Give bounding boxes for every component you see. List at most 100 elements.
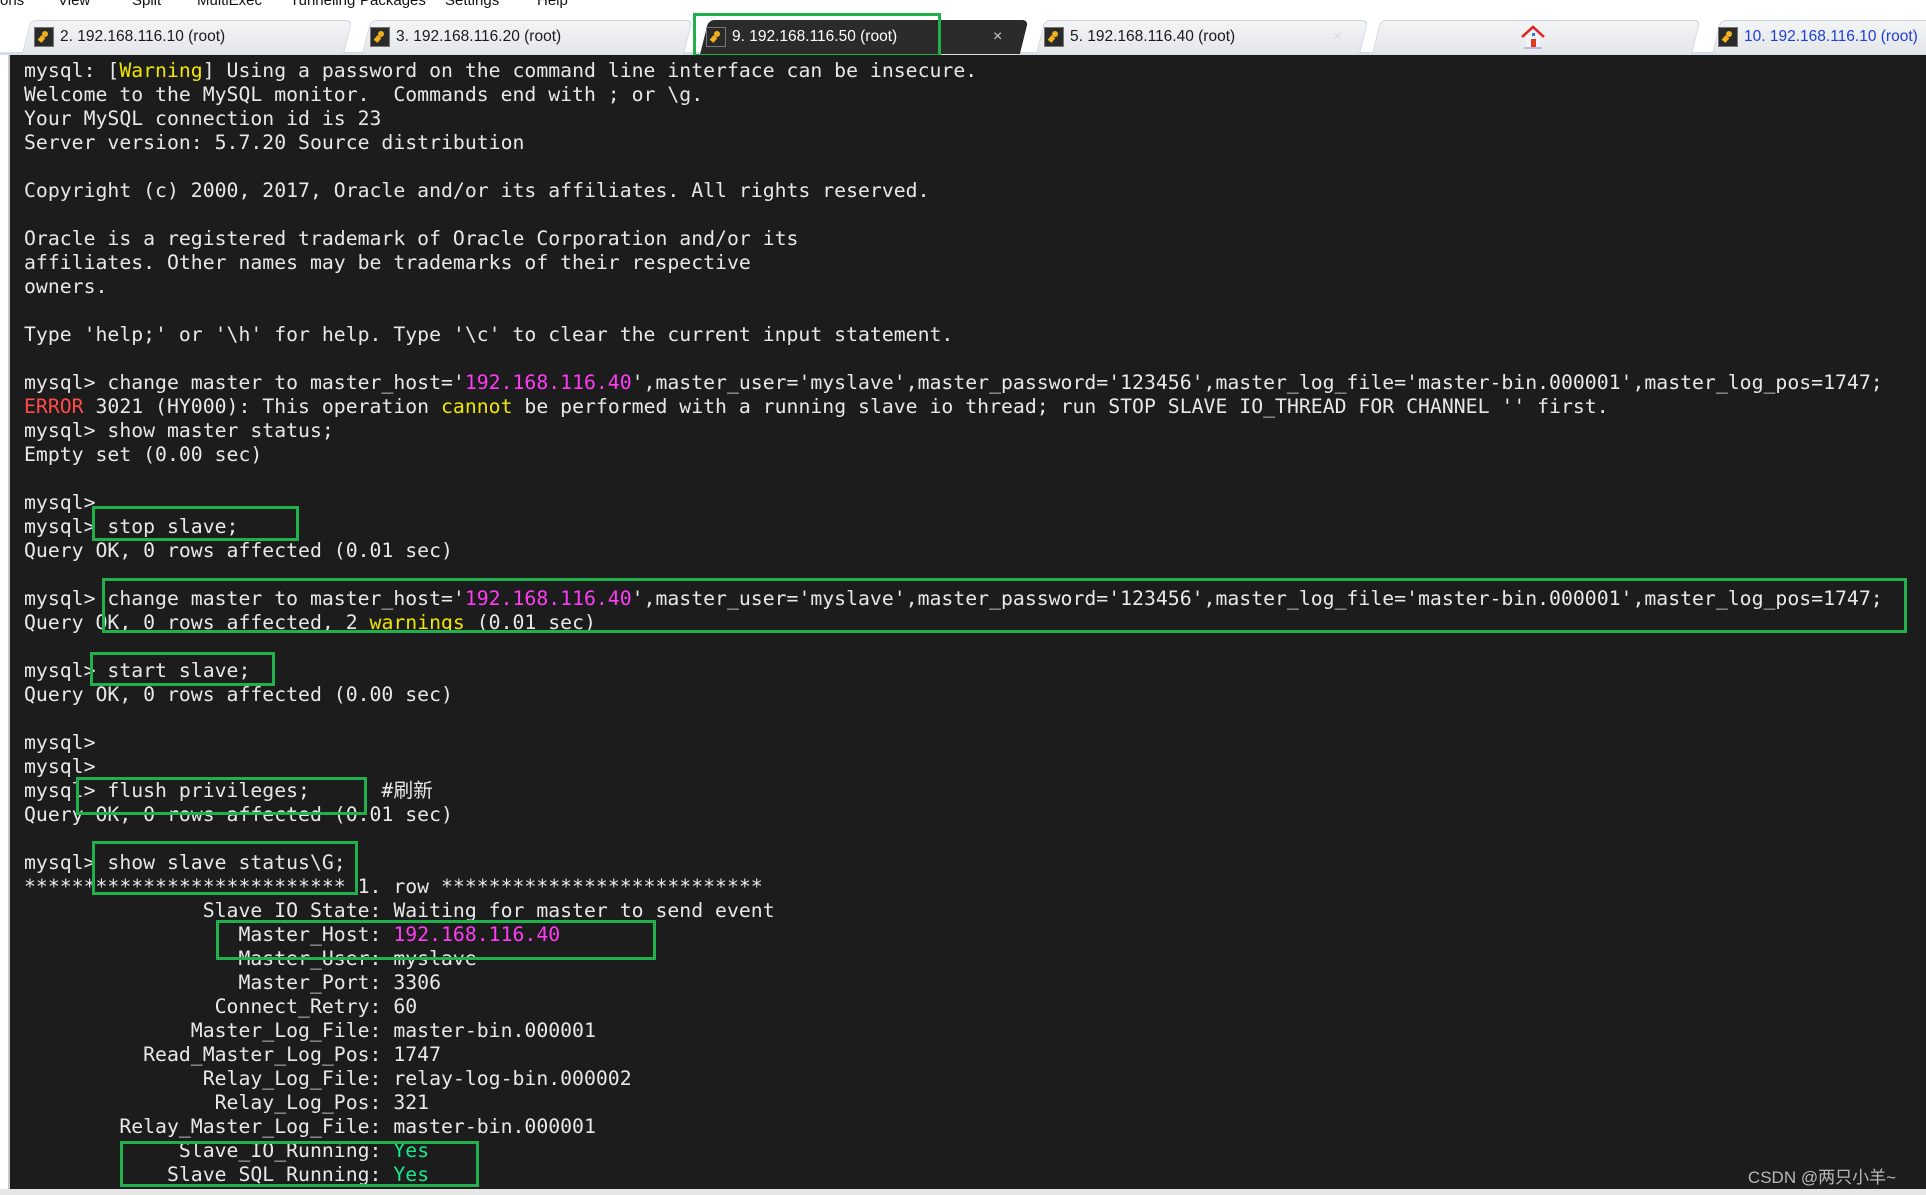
terminal-line: Copyright (c) 2000, 2017, Oracle and/or … bbox=[24, 179, 1883, 203]
terminal-text: Read_Master_Log_Pos: 1747 bbox=[24, 1043, 442, 1066]
terminal-line: Relay_Log_File: relay-log-bin.000002 bbox=[24, 1067, 1883, 1091]
highlight-box-stop-slave bbox=[92, 506, 299, 541]
terminal-text: Relay_Master_Log_File: master-bin.000001 bbox=[24, 1115, 596, 1138]
terminal-text: Master_Log_File: master-bin.000001 bbox=[24, 1019, 596, 1042]
terminal-text: Welcome to the MySQL monitor. Commands e… bbox=[24, 83, 704, 106]
terminal-text: Relay_Log_File: relay-log-bin.000002 bbox=[24, 1067, 632, 1090]
tab-label: 3. 192.168.116.20 (root) bbox=[396, 27, 562, 45]
tab-close-button[interactable]: × bbox=[993, 20, 1002, 53]
terminal-line: Connect_Retry: 60 bbox=[24, 995, 1883, 1019]
menu-item-settings[interactable]: Settings bbox=[445, 0, 499, 9]
terminal-line: Master_Port: 3306 bbox=[24, 971, 1883, 995]
terminal-text: Connect_Retry: 60 bbox=[24, 995, 418, 1018]
terminal-text: Your MySQL connection id is 23 bbox=[24, 107, 382, 130]
tab-close-button[interactable]: × bbox=[1333, 20, 1342, 53]
terminal-line: Your MySQL connection id is 23 bbox=[24, 107, 1883, 131]
terminal-text: mysql: [ bbox=[24, 59, 120, 82]
highlight-box-active-tab bbox=[693, 13, 941, 57]
menu-bar: ons View Split MultiExec Tunneling Packa… bbox=[0, 0, 1926, 14]
terminal-line: owners. bbox=[24, 275, 1883, 299]
terminal-line: Server version: 5.7.20 Source distributi… bbox=[24, 131, 1883, 155]
terminal-line: Type 'help;' or '\h' for help. Type '\c'… bbox=[24, 323, 1883, 347]
terminal-text: mysql> bbox=[24, 491, 96, 514]
key-icon bbox=[1044, 26, 1064, 47]
tab-session-2[interactable]: 2. 192.168.116.10 (root) bbox=[34, 20, 225, 53]
terminal-text: mysql> bbox=[24, 755, 96, 778]
highlight-box-flush-privileges bbox=[76, 777, 367, 815]
terminal-line: mysql> stop slave; bbox=[24, 515, 1883, 539]
terminal-line: Master_Log_File: master-bin.000001 bbox=[24, 1019, 1883, 1043]
terminal-line: ERROR 3021 (HY000): This operation canno… bbox=[24, 395, 1883, 419]
tab-session-10[interactable]: 10. 192.168.116.10 (root) bbox=[1718, 20, 1918, 53]
highlight-box-master-host bbox=[216, 920, 656, 960]
menu-item-tunneling[interactable]: Tunneling bbox=[290, 0, 355, 9]
terminal-text: Empty set (0.00 sec) bbox=[24, 443, 263, 466]
tab-session-5[interactable]: 5. 192.168.116.40 (root) bbox=[1044, 20, 1235, 53]
terminal-text: Oracle is a registered trademark of Orac… bbox=[24, 227, 799, 250]
terminal-highlight-text: cannot bbox=[441, 395, 513, 418]
terminal-line: Relay_Log_Pos: 321 bbox=[24, 1091, 1883, 1115]
terminal-line: mysql> bbox=[24, 731, 1883, 755]
key-icon bbox=[370, 26, 390, 47]
terminal-text: ',master_user='myslave',master_password=… bbox=[631, 371, 1883, 394]
terminal-text: Query OK, 0 rows affected (0.00 sec) bbox=[24, 683, 453, 706]
terminal-line: Relay_Master_Log_File: master-bin.000001 bbox=[24, 1115, 1883, 1139]
highlight-box-change-master bbox=[102, 578, 1907, 633]
terminal-text: owners. bbox=[24, 275, 108, 298]
tab-label: 2. 192.168.116.10 (root) bbox=[60, 27, 226, 45]
status-bar bbox=[0, 1189, 1926, 1195]
tab-label: 5. 192.168.116.40 (root) bbox=[1070, 27, 1236, 45]
terminal-text: Type 'help;' or '\h' for help. Type '\c'… bbox=[24, 323, 954, 346]
terminal-text: mysql> bbox=[24, 731, 96, 754]
tab-session-3[interactable]: 3. 192.168.116.20 (root) bbox=[370, 20, 561, 53]
terminal-line: Query OK, 0 rows affected (0.01 sec) bbox=[24, 539, 1883, 563]
terminal-line: mysql: [Warning] Using a password on the… bbox=[24, 59, 1883, 83]
terminal-text: Slave_IO_State: Waiting for master to se… bbox=[24, 899, 775, 922]
terminal-line: affiliates. Other names may be trademark… bbox=[24, 251, 1883, 275]
key-icon bbox=[34, 26, 54, 47]
terminal-line: Query OK, 0 rows affected (0.00 sec) bbox=[24, 683, 1883, 707]
terminal-text: 3021 (HY000): This operation bbox=[83, 395, 442, 418]
highlight-box-show-slave-status bbox=[92, 841, 358, 895]
terminal-text: be performed with a running slave io thr… bbox=[512, 395, 1609, 418]
terminal-line: mysql> show master status; bbox=[24, 419, 1883, 443]
terminal-line: Welcome to the MySQL monitor. Commands e… bbox=[24, 83, 1883, 107]
tab-label: 10. 192.168.116.10 (root) bbox=[1744, 27, 1918, 45]
menu-item-view[interactable]: View bbox=[58, 0, 90, 9]
terminal-text: Relay_Log_Pos: 321 bbox=[24, 1091, 430, 1114]
watermark: CSDN @两只小羊~ bbox=[1747, 1168, 1896, 1187]
terminal-highlight-text: 192.168.116.40 bbox=[464, 371, 632, 394]
terminal-line: mysql> bbox=[24, 755, 1883, 779]
highlight-box-slave-running bbox=[120, 1141, 479, 1187]
terminal-text: Master_Port: 3306 bbox=[24, 971, 442, 994]
terminal-line: Oracle is a registered trademark of Orac… bbox=[24, 227, 1883, 251]
menu-item-multiexec[interactable]: MultiExec bbox=[197, 0, 262, 9]
terminal-highlight-text: Warning bbox=[119, 59, 203, 82]
terminal-text: mysql> change master to master_host=' bbox=[24, 371, 465, 394]
terminal-text: Query OK, 0 rows affected (0.01 sec) bbox=[24, 539, 453, 562]
terminal-text: ] Using a password on the command line i… bbox=[202, 59, 978, 82]
menu-item-packages[interactable]: Packages bbox=[360, 0, 426, 9]
terminal-text: Server version: 5.7.20 Source distributi… bbox=[24, 131, 525, 154]
terminal-text: affiliates. Other names may be trademark… bbox=[24, 251, 751, 274]
menu-item-split[interactable]: Split bbox=[132, 0, 161, 9]
highlight-box-start-slave bbox=[90, 652, 275, 686]
terminal-highlight-text: ERROR bbox=[24, 395, 84, 418]
home-icon[interactable] bbox=[1520, 24, 1546, 50]
terminal-text: Copyright (c) 2000, 2017, Oracle and/or … bbox=[24, 179, 930, 202]
terminal-line: Empty set (0.00 sec) bbox=[24, 443, 1883, 467]
terminal-line: mysql> bbox=[24, 491, 1883, 515]
menu-item-help[interactable]: Help bbox=[537, 0, 568, 9]
terminal-text: mysql> show master status; bbox=[24, 419, 334, 442]
terminal-line: mysql> change master to master_host='192… bbox=[24, 371, 1883, 395]
terminal-line: mysql> start slave; bbox=[24, 659, 1883, 683]
key-icon bbox=[1718, 26, 1738, 47]
menu-item-sessions[interactable]: ons bbox=[0, 0, 24, 9]
